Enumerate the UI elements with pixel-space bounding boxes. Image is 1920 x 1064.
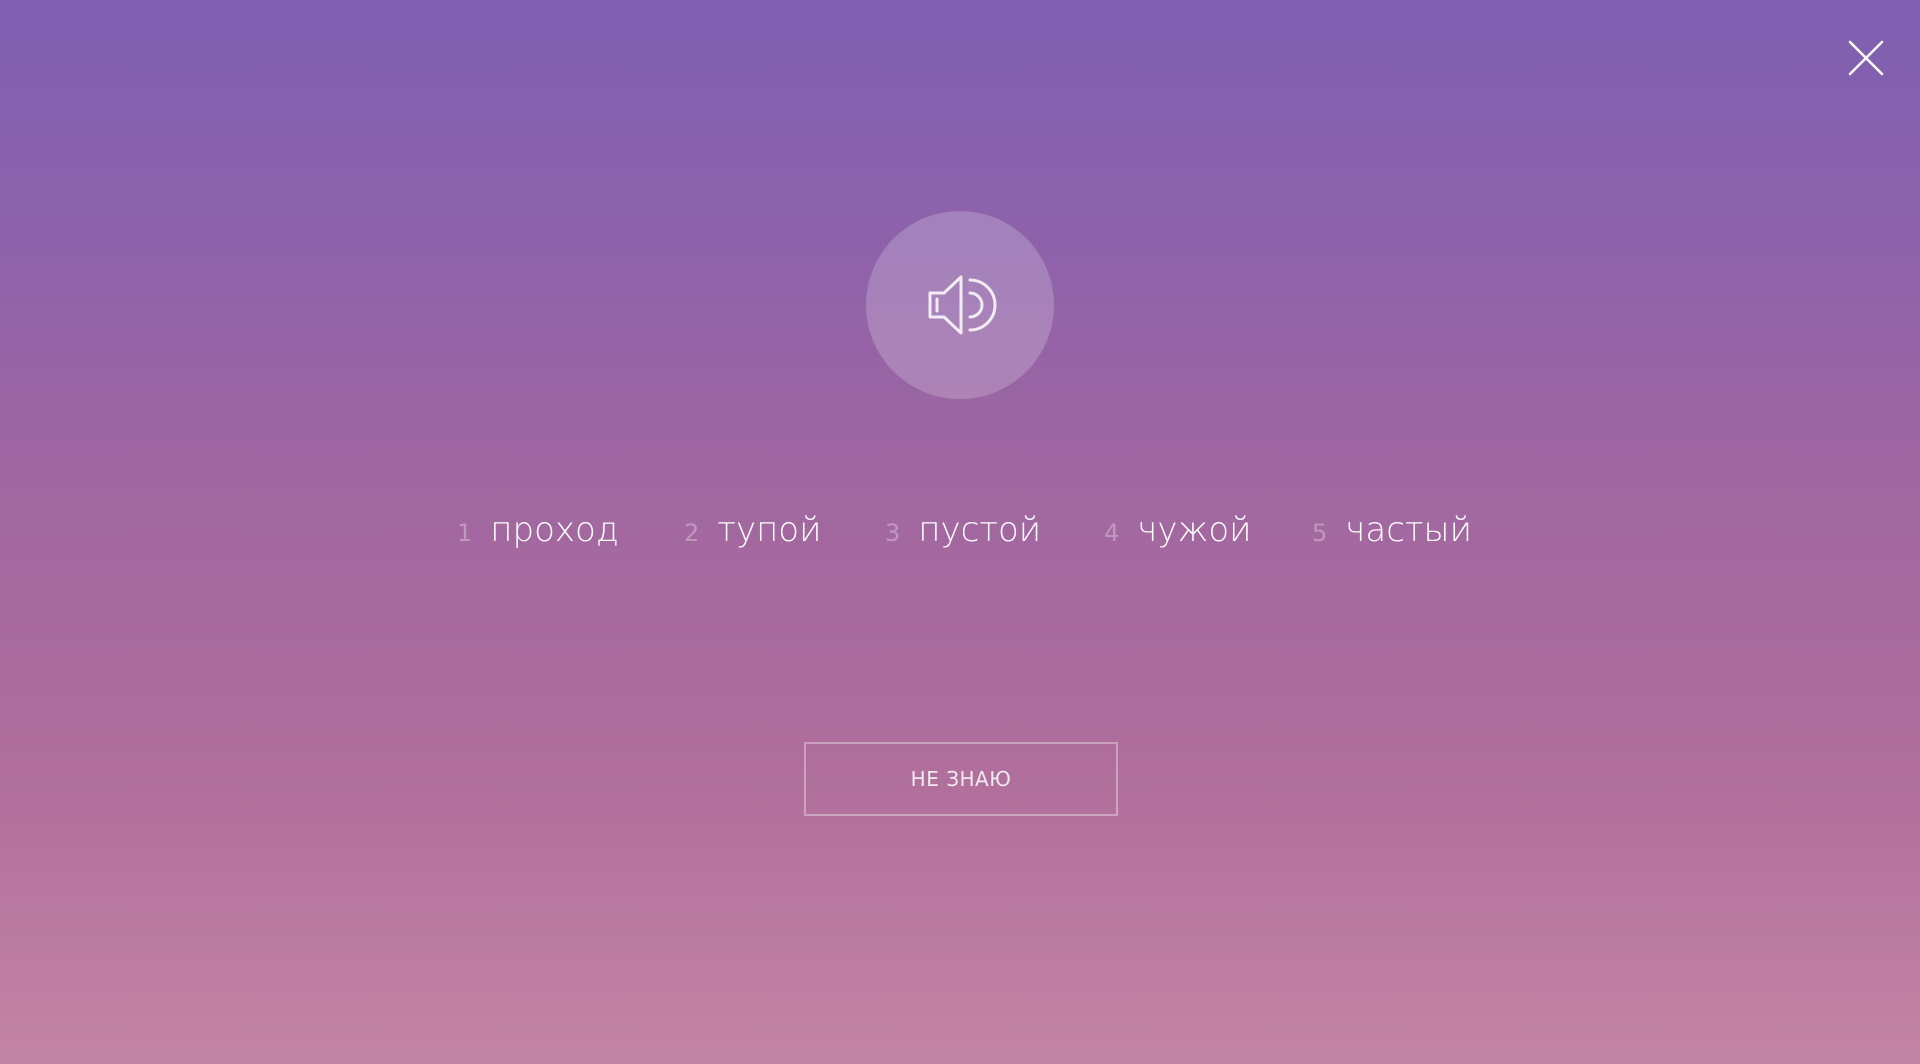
option-4[interactable]: 4 чужой xyxy=(1104,510,1252,560)
option-number: 1 xyxy=(457,519,473,547)
option-number: 3 xyxy=(885,519,901,547)
option-5[interactable]: 5 частый xyxy=(1312,510,1472,560)
option-word: частый xyxy=(1345,510,1472,550)
option-number: 4 xyxy=(1104,519,1120,547)
option-2[interactable]: 2 тупой xyxy=(684,510,822,560)
option-word: тупой xyxy=(717,510,822,550)
option-number: 2 xyxy=(684,519,700,547)
dont-know-button[interactable]: НЕ ЗНАЮ xyxy=(804,742,1118,816)
option-word: пустой xyxy=(918,510,1042,550)
option-1[interactable]: 1 проход xyxy=(457,510,619,560)
close-icon xyxy=(1848,40,1884,76)
speaker-icon xyxy=(928,275,997,335)
option-word: чужой xyxy=(1137,510,1252,550)
play-sound-button[interactable] xyxy=(866,211,1054,399)
option-number: 5 xyxy=(1312,519,1328,547)
option-word: проход xyxy=(490,510,619,550)
option-3[interactable]: 3 пустой xyxy=(885,510,1041,560)
answer-options: 1 проход 2 тупой 3 пустой 4 чужой 5 част… xyxy=(0,510,1920,560)
close-button[interactable] xyxy=(1846,38,1886,78)
